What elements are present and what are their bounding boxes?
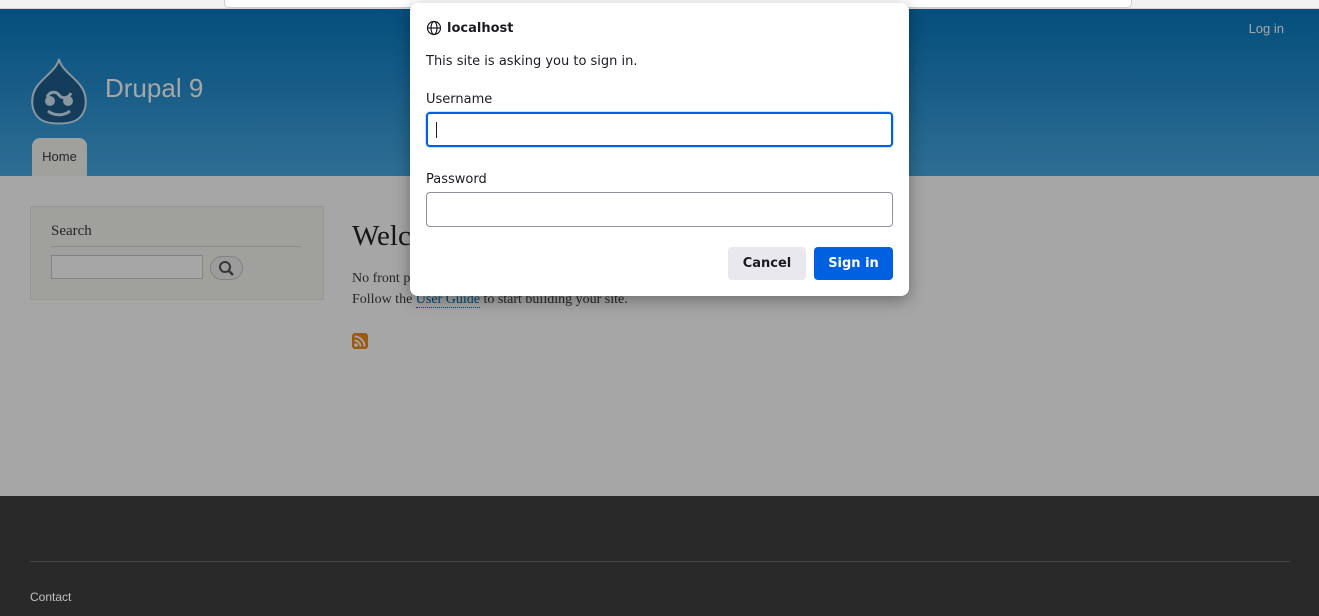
password-label: Password [426,172,487,187]
auth-dialog: localhost This site is asking you to sig… [410,3,909,296]
sign-in-button[interactable]: Sign in [814,247,893,280]
cancel-button[interactable]: Cancel [728,247,806,280]
dialog-message: This site is asking you to sign in. [426,54,638,69]
password-field[interactable] [426,192,893,227]
globe-icon [426,20,442,36]
footer-divider [30,561,1290,562]
username-field[interactable] [426,112,893,147]
site-footer: Contact [0,496,1319,616]
text-caret [436,122,437,138]
dialog-header: localhost [426,19,513,37]
username-label: Username [426,92,493,107]
dialog-host: localhost [447,20,514,36]
contact-link[interactable]: Contact [30,590,71,604]
